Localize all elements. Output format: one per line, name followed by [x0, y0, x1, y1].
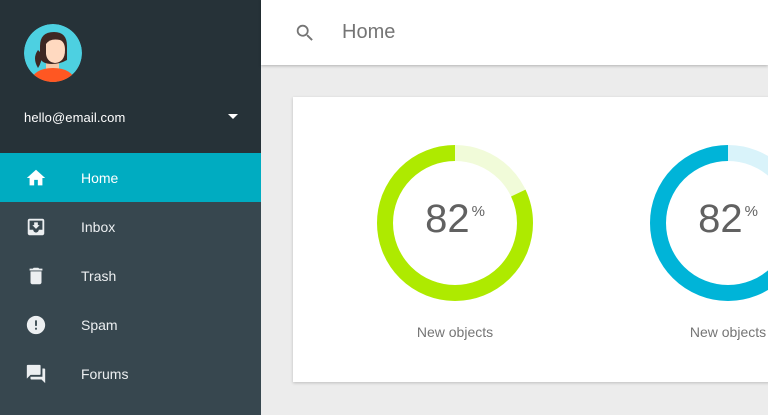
- gauge-unit: %: [471, 203, 485, 220]
- gauge-label: New objects: [416, 324, 494, 340]
- sidebar-item-inbox[interactable]: Inbox: [0, 202, 261, 251]
- sidebar-item-label: Home: [81, 169, 119, 186]
- trash-icon: [29, 267, 43, 285]
- forums-icon: [26, 364, 46, 384]
- sidebar-header: hello@email.com: [0, 0, 261, 153]
- account-switcher[interactable]: hello@email.com: [24, 104, 244, 130]
- search-icon[interactable]: [294, 22, 316, 44]
- sidebar-item-forums[interactable]: Forums: [0, 349, 261, 398]
- spam-icon: [26, 315, 46, 335]
- dropdown-caret-icon[interactable]: [228, 114, 238, 119]
- sidebar-item-label: Inbox: [81, 218, 116, 235]
- gauge-number: 82: [425, 197, 470, 241]
- gauge-number: 82: [698, 197, 743, 241]
- account-email: hello@email.com: [24, 109, 126, 125]
- avatar[interactable]: [24, 24, 82, 82]
- inbox-icon: [27, 218, 45, 236]
- gauge-value: 82%: [648, 197, 768, 242]
- sidebar-item-home[interactable]: Home: [0, 153, 261, 202]
- sidebar-item-label: Trash: [81, 267, 117, 284]
- gauge-unit: %: [744, 203, 758, 220]
- progress-gauge: 82%: [375, 143, 535, 303]
- page-title: Home: [342, 21, 396, 43]
- progress-gauge: 82%: [648, 143, 768, 303]
- sidebar-item-spam[interactable]: Spam: [0, 300, 261, 349]
- sidebar-item-trash[interactable]: Trash: [0, 251, 261, 300]
- home-icon: [26, 169, 46, 186]
- sidebar-item-label: Forums: [81, 365, 129, 382]
- top-app-bar: Home: [261, 0, 768, 65]
- avatar-icon: [24, 24, 82, 82]
- nav-menu: Home Inbox Trash Spam Forums: [0, 153, 261, 398]
- sidebar-item-label: Spam: [81, 316, 118, 333]
- gauge-value: 82%: [375, 197, 535, 242]
- gauge-label: New objects: [689, 324, 767, 340]
- sidebar: hello@email.com Home Inbox Trash Spam Fo…: [0, 0, 261, 415]
- stats-card: 82% New objects 82% New objects: [293, 97, 768, 382]
